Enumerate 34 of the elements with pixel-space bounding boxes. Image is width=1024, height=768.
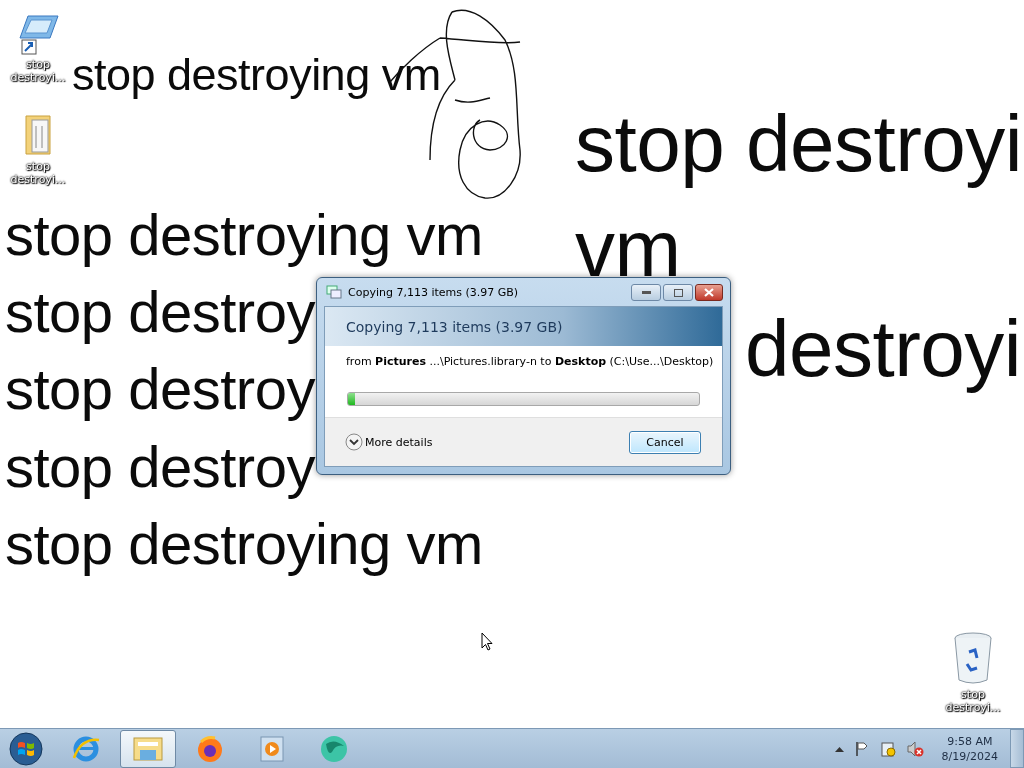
globe-icon bbox=[318, 733, 350, 764]
minimize-icon bbox=[641, 291, 651, 294]
flag-icon[interactable] bbox=[853, 740, 870, 757]
wallpaper-text: stop destroying vm bbox=[72, 52, 441, 97]
windows-logo bbox=[9, 731, 43, 766]
more-details-button[interactable]: More details bbox=[345, 433, 433, 451]
cursor-icon bbox=[481, 632, 493, 651]
copy-detail: from Pictures ...\Pictures.library-n to Desktop (C:\Use...\Desktop) bbox=[345, 354, 715, 368]
dialog-heading: Copying 7,113 items (3.97 GB) bbox=[346, 318, 563, 335]
desktop-icon[interactable]: stop destroyi... bbox=[5, 110, 71, 186]
show-hidden-icons[interactable] bbox=[834, 745, 844, 752]
clock-date: 8/19/2024 bbox=[941, 748, 998, 764]
wallpaper-text: vm bbox=[575, 209, 681, 289]
media-player-icon bbox=[259, 734, 285, 763]
copy-icon bbox=[326, 285, 342, 299]
icon-label: stop destroyi... bbox=[9, 58, 67, 84]
chevron-icon bbox=[345, 433, 363, 451]
clock[interactable]: 9:58 AM 8/19/2024 bbox=[935, 733, 1004, 764]
close-icon bbox=[704, 288, 714, 297]
muted-speaker-icon[interactable] bbox=[905, 739, 924, 758]
network-icon[interactable] bbox=[879, 739, 896, 758]
maximize-icon bbox=[673, 288, 683, 297]
cancel-button[interactable]: Cancel bbox=[629, 430, 701, 454]
icon-label: stop destroyi... bbox=[944, 688, 1002, 714]
clock-time: 9:58 AM bbox=[947, 733, 993, 749]
close-button[interactable] bbox=[695, 284, 723, 301]
icon-label: stop destroyi... bbox=[9, 160, 67, 186]
desktop-icon[interactable]: stop destroyi... bbox=[940, 630, 1006, 714]
maximize-button[interactable] bbox=[663, 284, 693, 301]
window-title: Copying 7,113 items (3.97 GB) bbox=[348, 285, 520, 299]
desktop-icon[interactable]: stop destroyi... bbox=[5, 12, 71, 84]
minimize-button[interactable] bbox=[631, 284, 661, 301]
fox-browser-icon bbox=[195, 733, 225, 764]
taskbar-app[interactable] bbox=[120, 729, 176, 768]
